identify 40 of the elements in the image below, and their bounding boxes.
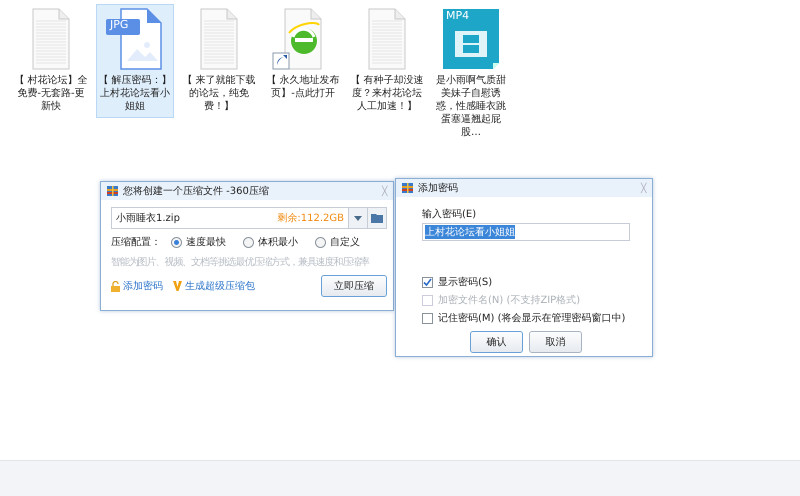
radio-button[interactable]: [171, 236, 182, 248]
file-name: 是小雨啊气质甜美妹子自慰诱惑，性感睡衣跳蛋塞逼翘起屁股…: [435, 74, 507, 139]
cancel-button[interactable]: 取消: [529, 331, 582, 353]
add-password-link[interactable]: 添加密码: [123, 279, 163, 293]
file-name: 【 村花论坛】全免费-无套路-更新快: [14, 74, 88, 113]
checkbox[interactable]: [422, 276, 433, 288]
option-label: 自定义: [330, 236, 360, 249]
desktop-icon[interactable]: 【 来了就能下载的论坛，纯免费！】: [180, 4, 258, 118]
checkbox[interactable]: [422, 312, 433, 324]
desktop-icon[interactable]: JPG 【 解压密码：】上村花论坛看小姐姐: [96, 4, 174, 118]
radio-button[interactable]: [243, 236, 254, 248]
option-label: 体积最小: [258, 236, 298, 249]
field-label: 输入密码(E): [422, 208, 478, 221]
checkbox-label: 显示密码(S): [438, 276, 492, 289]
config-label: 压缩配置：: [111, 236, 162, 249]
checkbox-label: 记住密码(M) (将会显示在管理密码窗口中): [438, 312, 626, 325]
window-title: 您将创建一个压缩文件 -360压缩: [123, 184, 270, 198]
file-name: 【 解压密码：】上村花论坛看小姐姐: [98, 74, 172, 113]
v-mark-icon: [173, 281, 182, 291]
password-field[interactable]: 上村花论坛看小姐姐: [422, 223, 630, 241]
archive-app-icon: [107, 186, 118, 196]
file-type-label: MP4: [446, 10, 470, 22]
desktop-icon[interactable]: 【 村花论坛】全免费-无套路-更新快: [12, 4, 90, 118]
option-label: 速度最快: [186, 236, 226, 249]
file-name: 【 永久地址发布页】-点此打开: [266, 74, 340, 100]
file-type-label: JPG: [110, 19, 128, 31]
confirm-button[interactable]: 确认: [470, 331, 523, 353]
desktop-icon[interactable]: 【 永久地址发布页】-点此打开: [264, 4, 342, 114]
file-name: 【 有种子却没速度？来村花论坛人工加速！】: [350, 74, 424, 113]
checkbox-label: 加密文件名(N) (不支持ZIP格式): [438, 294, 580, 307]
radio-button[interactable]: [315, 236, 326, 248]
desktop-icon[interactable]: 【 有种子却没速度？来村花论坛人工加速！】: [348, 4, 426, 118]
desktop-icon[interactable]: MP4 是小雨啊气质甜美妹子自慰诱惑，性感睡衣跳蛋塞逼翘起屁股…: [432, 4, 510, 144]
super-pack-link[interactable]: 生成超级压缩包: [185, 279, 255, 293]
file-name: 【 来了就能下载的论坛，纯免费！】: [182, 74, 256, 113]
hint-text: 智能为图片、视频、文档等挑选最优压缩方式，兼具速度和压缩率: [111, 256, 370, 269]
padlock-icon: [111, 280, 120, 292]
window-title: 添加密码: [418, 182, 459, 195]
compress-button[interactable]: 立即压缩: [321, 275, 387, 297]
archive-app-icon: [402, 183, 413, 193]
